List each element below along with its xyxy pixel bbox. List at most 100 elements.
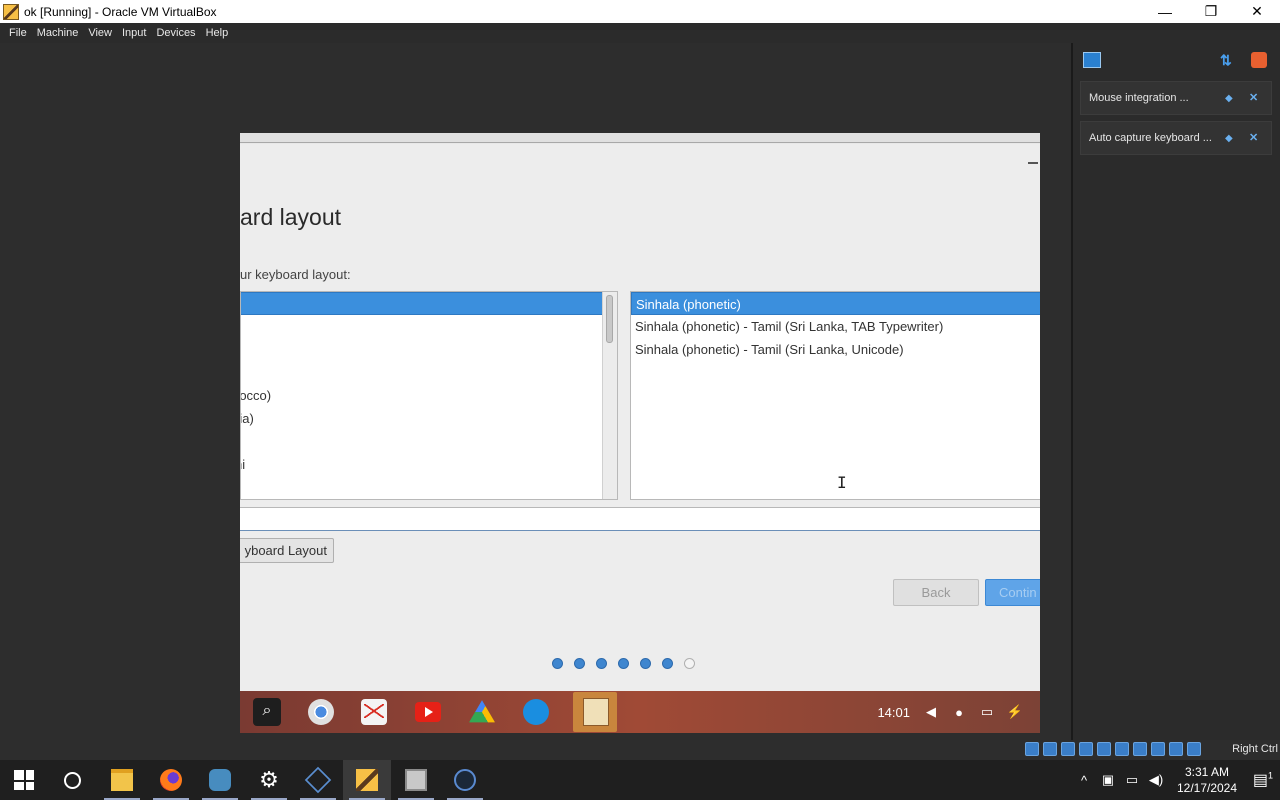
notification-center-icon[interactable] (1083, 52, 1101, 68)
start-button[interactable] (0, 760, 48, 800)
list-item[interactable] (241, 361, 617, 384)
power-icon[interactable]: ⚡ (1006, 703, 1024, 721)
progress-dot (596, 658, 607, 669)
action-center-button[interactable]: ▤1 (1246, 770, 1280, 790)
tux-icon[interactable]: ● (950, 703, 968, 721)
network-icon[interactable] (1079, 742, 1093, 756)
menu-devices[interactable]: Devices (151, 27, 200, 39)
installer-icon (405, 769, 427, 791)
guest-screen[interactable]: ard layout ur keyboard layout: rocco) ri… (240, 133, 1040, 733)
list-item[interactable]: Sinhala (phonetic) - Tamil (Sri Lanka, U… (631, 338, 1040, 361)
hard-disk-icon[interactable] (1025, 742, 1039, 756)
cpu-icon[interactable] (1169, 742, 1183, 756)
search-button[interactable] (48, 760, 96, 800)
progress-dot (662, 658, 673, 669)
chevron-up-icon[interactable]: ^ (1072, 773, 1096, 788)
menu-machine[interactable]: Machine (32, 27, 84, 39)
menu-view[interactable]: View (83, 27, 117, 39)
page-subtitle: ur keyboard layout: (240, 267, 351, 282)
guest-clock[interactable]: 14:01 (877, 705, 910, 720)
list-item[interactable] (241, 315, 617, 338)
pin-icon[interactable]: ◆ (1225, 93, 1233, 104)
volume-icon[interactable]: ◀) (1144, 772, 1168, 788)
notification-item[interactable]: Auto capture keyboard ... ◆ ✕ (1080, 121, 1272, 155)
list-item[interactable] (241, 292, 617, 315)
installer-dialog: ard layout ur keyboard layout: rocco) ri… (240, 144, 1040, 691)
guest-system-tray[interactable]: 14:01 ◀ ● ▭ ⚡ (877, 691, 1034, 733)
godot-icon (209, 769, 231, 791)
recording-icon[interactable] (1151, 742, 1165, 756)
keyboard-test-input[interactable] (240, 507, 1040, 531)
shared-folders-icon[interactable] (1115, 742, 1129, 756)
steam-icon (454, 769, 476, 791)
security-icon[interactable]: ▣ (1096, 772, 1120, 788)
list-item[interactable]: Sinhala (phonetic) (631, 292, 1040, 315)
close-icon[interactable]: ✕ (1249, 91, 1258, 104)
restore-button[interactable]: ❐ (1188, 0, 1234, 23)
clock-date: 12/17/2024 (1176, 781, 1238, 795)
optical-drive-icon[interactable] (1043, 742, 1057, 756)
list-item[interactable]: rocco) (241, 384, 617, 407)
clock[interactable]: 3:31 AM 12/17/2024 (1172, 764, 1242, 796)
display-icon[interactable] (1133, 742, 1147, 756)
chrome-icon[interactable] (308, 699, 334, 725)
taskbar-settings[interactable]: ⚙ (245, 760, 293, 800)
menu-help[interactable]: Help (201, 27, 234, 39)
list-item[interactable]: ria) (241, 407, 617, 430)
sort-icon[interactable]: ⇅ (1220, 52, 1234, 68)
taskbar-installer[interactable] (392, 760, 440, 800)
clock-time: 3:31 AM (1184, 765, 1230, 779)
close-button[interactable]: ✕ (1234, 0, 1280, 23)
gmail-icon[interactable] (361, 699, 387, 725)
minimize-button[interactable]: — (1142, 0, 1188, 23)
usb-icon[interactable] (1097, 742, 1111, 756)
taskbar-virtualbox[interactable] (294, 760, 342, 800)
text-cursor-icon: I (837, 473, 847, 492)
list-item[interactable]: hi (241, 453, 617, 476)
drive-icon[interactable] (469, 700, 495, 723)
search-icon[interactable]: ⌕ (253, 698, 281, 726)
layout-variant-list[interactable]: Sinhala (phonetic) Sinhala (phonetic) - … (630, 291, 1040, 500)
taskbar-file-explorer[interactable] (98, 760, 146, 800)
scrollbar-thumb[interactable] (606, 295, 613, 343)
list-item[interactable]: Sinhala (phonetic) - Tamil (Sri Lanka, T… (631, 315, 1040, 338)
installer-icon[interactable] (573, 692, 617, 732)
close-icon[interactable]: ✕ (1249, 131, 1258, 144)
list-item[interactable] (241, 476, 617, 499)
vm-window-icon (356, 769, 378, 791)
continue-button[interactable]: Contin (985, 579, 1040, 606)
layout-language-list[interactable]: rocco) ria) hi (240, 291, 618, 500)
pin-icon[interactable]: ◆ (1225, 133, 1233, 144)
detect-keyboard-layout-button[interactable]: yboard Layout (240, 538, 334, 563)
taskbar-godot[interactable] (196, 760, 244, 800)
notification-item[interactable]: Mouse integration ... ◆ ✕ (1080, 81, 1272, 115)
vm-display-area[interactable]: ard layout ur keyboard layout: rocco) ri… (0, 43, 1071, 740)
folder-icon (111, 769, 133, 791)
keyboard-icon[interactable]: ▭ (978, 703, 996, 721)
taskbar-vm-window[interactable] (343, 760, 391, 800)
notification-count: 1 (1268, 770, 1274, 781)
host-key-label: Right Ctrl (1232, 743, 1278, 755)
taskbar-steam[interactable] (441, 760, 489, 800)
list-item[interactable] (241, 430, 617, 453)
gear-icon: ⚙ (259, 767, 279, 792)
notification-text: Auto capture keyboard ... (1089, 132, 1212, 144)
youtube-icon[interactable] (415, 702, 441, 722)
clear-all-icon[interactable] (1251, 52, 1267, 68)
notification-center-panel: ⇅ Mouse integration ... ◆ ✕ Auto capture… (1071, 43, 1280, 740)
audio-icon[interactable] (1061, 742, 1075, 756)
volume-icon[interactable]: ◀ (922, 703, 940, 721)
guest-taskbar: ⌕ 14:01 ◀ ● ▭ ⚡ (240, 691, 1040, 733)
network-icon[interactable]: ▭ (1120, 772, 1144, 788)
windows-system-tray: ^ ▣ ▭ ◀) 3:31 AM 12/17/2024 ▤1 (1072, 760, 1280, 800)
taskbar-firefox[interactable] (147, 760, 195, 800)
left-list-scrollbar[interactable] (602, 292, 617, 499)
virtualbox-icon (304, 766, 332, 794)
files-icon[interactable] (523, 699, 549, 725)
list-item[interactable] (241, 338, 617, 361)
menu-file[interactable]: File (4, 27, 32, 39)
mouse-integration-icon[interactable] (1187, 742, 1201, 756)
back-button[interactable]: Back (893, 579, 979, 606)
dialog-minimize-icon[interactable] (1028, 162, 1038, 164)
menu-input[interactable]: Input (117, 27, 151, 39)
